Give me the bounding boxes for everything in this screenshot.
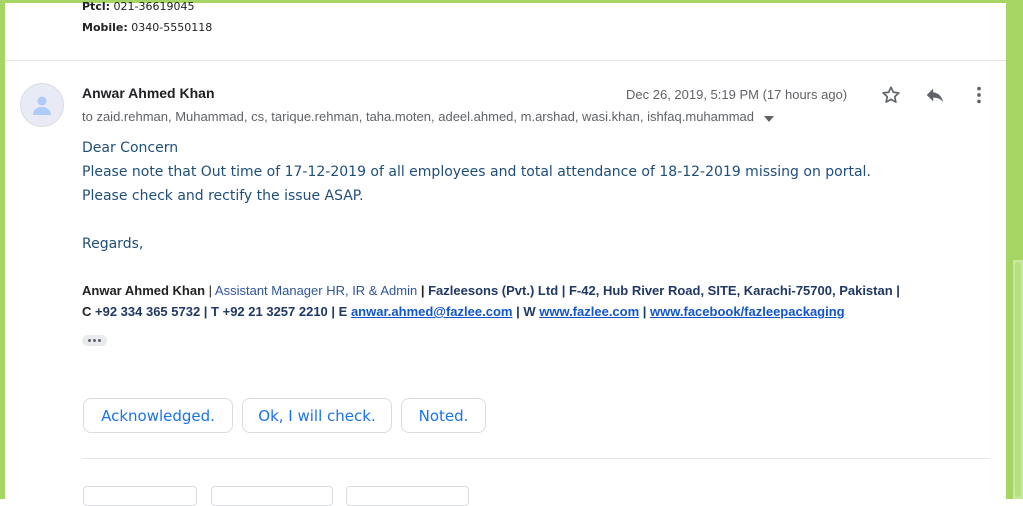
ellipsis-dot <box>93 339 96 342</box>
signature-separator: | W <box>512 304 540 319</box>
mobile-value: 0340-5550118 <box>131 21 213 34</box>
signature-separator: | <box>417 283 429 298</box>
previous-signature-mobile: Mobile: 0340-5550118 <box>82 21 212 34</box>
sender-avatar[interactable] <box>20 83 64 127</box>
ptcl-value: 021-36619045 <box>113 0 195 13</box>
mobile-label: Mobile: <box>82 21 128 34</box>
smart-reply-noted[interactable]: Noted. <box>401 398 486 433</box>
recipients-line: to zaid.rehman, Muhammad, cs, tarique.re… <box>82 109 774 125</box>
reply-button[interactable] <box>922 82 948 108</box>
reply-icon <box>926 88 944 103</box>
signature-line-1: Anwar Ahmed Khan | Assistant Manager HR,… <box>82 283 900 298</box>
previous-signature-ptcl: Ptcl: 021-36619045 <box>82 0 194 13</box>
signature-separator: | <box>205 283 215 298</box>
signature-website-link[interactable]: www.fazlee.com <box>539 304 639 319</box>
body-greeting: Dear Concern <box>82 140 179 156</box>
signature-mobile: +92 334 365 5732 <box>95 304 201 319</box>
reply-action-button[interactable] <box>83 486 197 506</box>
body-line-2: Please check and rectify the issue ASAP. <box>82 188 364 204</box>
more-vert-icon <box>977 86 981 104</box>
signature-name: Anwar Ahmed Khan <box>82 283 206 298</box>
forward-action-button[interactable] <box>346 486 469 506</box>
show-details-button[interactable] <box>763 110 774 125</box>
signature-cell-prefix: C <box>82 304 95 319</box>
ptcl-label: Ptcl: <box>82 0 111 13</box>
smart-reply-will-check[interactable]: Ok, I will check. <box>242 398 392 433</box>
signature-phone: | T +92 21 3257 2210 | E <box>200 304 351 319</box>
body-line-1: Please note that Out time of 17-12-2019 … <box>82 164 871 180</box>
ellipsis-dot <box>98 339 101 342</box>
signature-company: Fazleesons (Pvt.) Ltd | F-42, Hub River … <box>428 283 900 298</box>
default-person-icon <box>33 96 51 115</box>
recipients-text: to zaid.rehman, Muhammad, cs, tarique.re… <box>82 109 755 124</box>
ellipsis-dot <box>88 339 91 342</box>
signature-line-2: C +92 334 365 5732 | T +92 21 3257 2210 … <box>82 304 845 319</box>
smart-reply-acknowledged[interactable]: Acknowledged. <box>83 398 233 433</box>
signature-email-link[interactable]: anwar.ahmed@fazlee.com <box>351 304 513 319</box>
show-trimmed-content-button[interactable] <box>82 335 107 346</box>
message-date: Dec 26, 2019, 5:19 PM (17 hours ago) <box>626 87 848 102</box>
signature-separator: | <box>639 304 651 319</box>
signature-facebook-link[interactable]: www.facebook/fazleepackaging <box>650 304 845 319</box>
star-icon <box>882 86 900 103</box>
scrollbar-thumb[interactable] <box>1015 262 1021 497</box>
caret-down-icon <box>763 116 774 123</box>
window-frame-left <box>0 0 5 499</box>
more-options-button[interactable] <box>966 82 992 108</box>
reply-all-action-button[interactable] <box>211 486 333 506</box>
star-button[interactable] <box>878 82 904 108</box>
body-regards: Regards, <box>82 236 144 252</box>
message-divider <box>5 60 1006 61</box>
sender-name[interactable]: Anwar Ahmed Khan <box>82 85 215 101</box>
signature-title: Assistant Manager HR, IR & Admin <box>214 283 418 298</box>
reply-divider <box>82 458 990 459</box>
